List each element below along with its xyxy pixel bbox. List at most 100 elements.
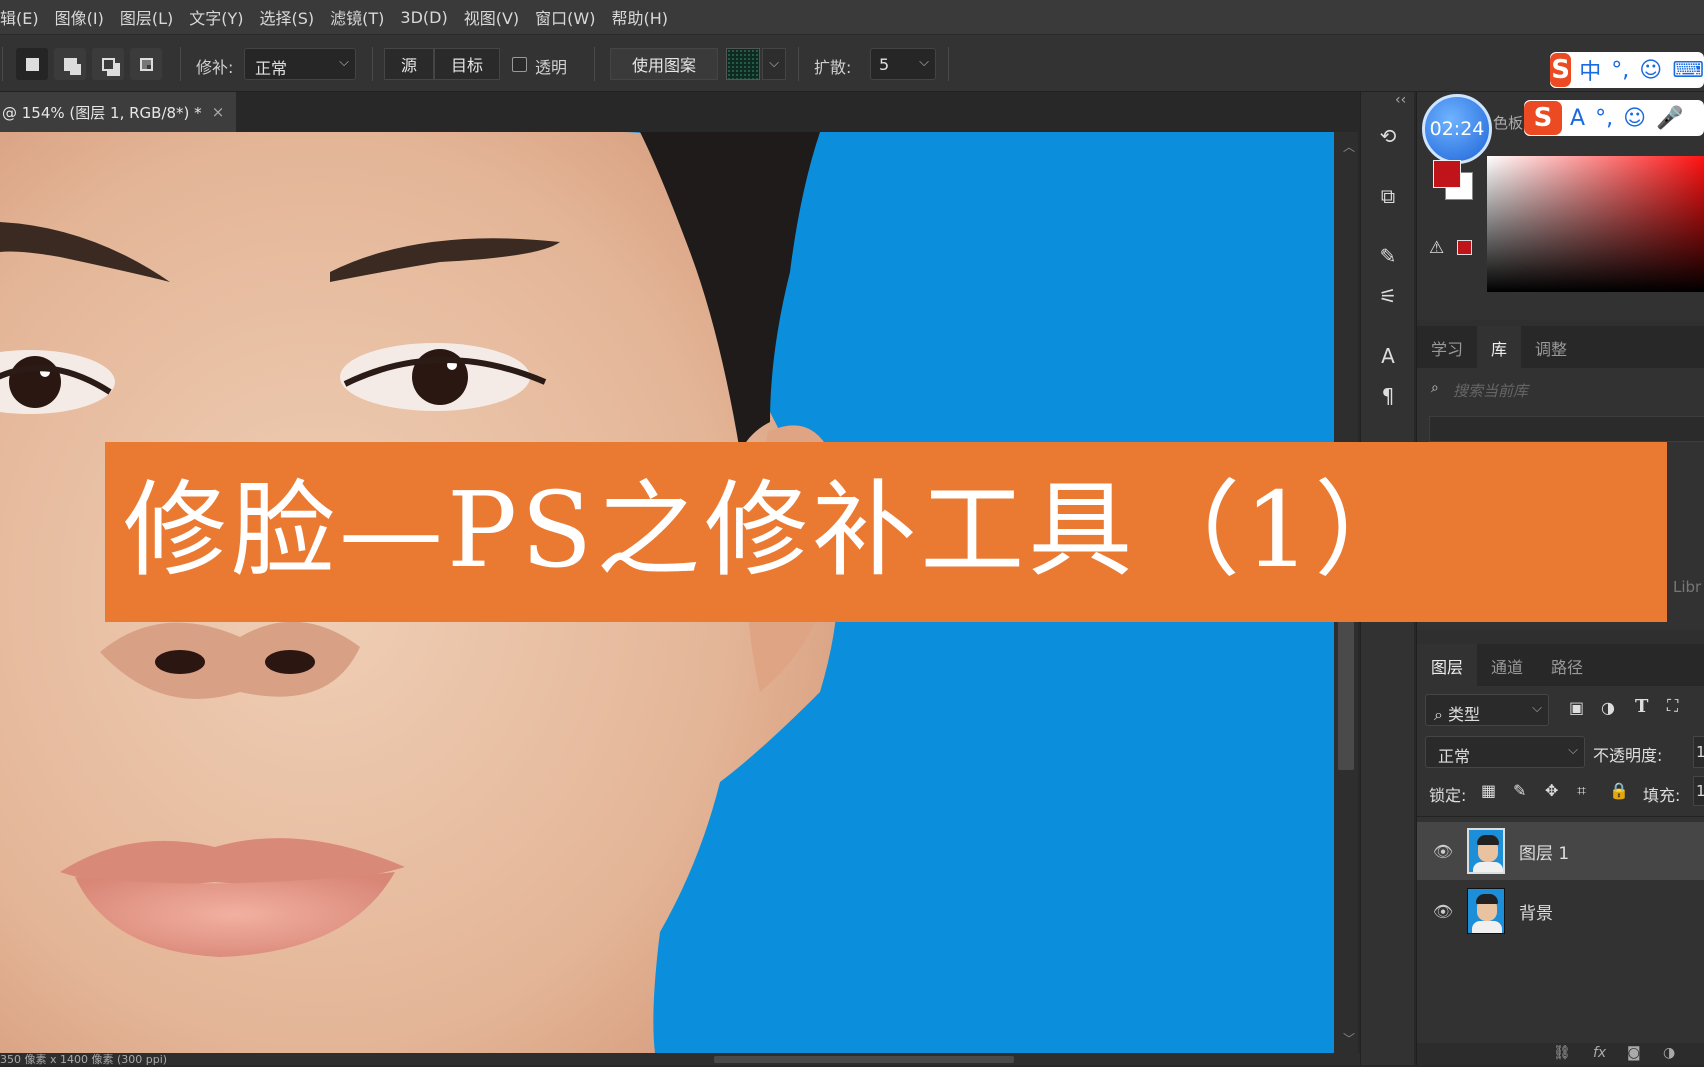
intersect-selection-button[interactable] xyxy=(130,48,162,80)
menu-image[interactable]: 图像(I) xyxy=(47,5,112,29)
source-button[interactable]: 源 xyxy=(384,48,434,80)
adjustment-filter-icon[interactable]: ◑ xyxy=(1601,698,1615,717)
ime-toolbar-1[interactable]: S 中 °, ☺ ⌨ xyxy=(1550,52,1704,88)
tab-adjustments[interactable]: 调整 xyxy=(1521,326,1581,368)
menu-bar: 辑(E) 图像(I) 图层(L) 文字(Y) 选择(S) 滤镜(T) 3D(D)… xyxy=(0,0,1704,34)
gamut-color-swatch[interactable] xyxy=(1457,240,1472,255)
layer-name[interactable]: 图层 1 xyxy=(1519,839,1569,864)
document-tab-title: @ 154% (图层 1, RGB/8*) * xyxy=(2,103,202,122)
character-icon[interactable]: A xyxy=(1374,342,1402,370)
gamut-warning-icon[interactable]: ⚠ xyxy=(1429,238,1444,258)
ime-punct-icon[interactable]: °, xyxy=(1611,58,1629,83)
title-banner: 修脸—PS之修补工具（1） xyxy=(105,442,1667,622)
ime-toolbar-2[interactable]: S A °, ☺ 🎤 xyxy=(1524,100,1704,136)
layer-row-background[interactable]: 👁 背景 xyxy=(1417,882,1704,940)
sogou-logo-icon: S xyxy=(1524,101,1562,135)
menu-edit[interactable]: 辑(E) xyxy=(0,5,47,29)
ime-emoji-icon[interactable]: ☺ xyxy=(1639,58,1662,83)
foreground-color-swatch[interactable] xyxy=(1433,160,1461,188)
menu-view[interactable]: 视图(V) xyxy=(456,5,527,29)
scroll-down-icon[interactable]: ﹀ xyxy=(1343,1030,1355,1047)
horizontal-scroll-thumb[interactable] xyxy=(714,1056,1014,1063)
close-icon[interactable]: × xyxy=(212,103,225,121)
blend-mode-select[interactable]: 正常 ⌵ xyxy=(1425,736,1585,768)
sogou-logo-icon: S xyxy=(1550,53,1572,87)
tab-library[interactable]: 库 xyxy=(1477,326,1522,368)
shape-filter-icon[interactable]: ⛶ xyxy=(1667,696,1678,716)
opacity-input[interactable]: 1 xyxy=(1693,736,1704,768)
menu-window[interactable]: 窗口(W) xyxy=(527,5,603,29)
brush-settings-icon[interactable]: ✎ xyxy=(1374,242,1402,270)
opacity-label: 不透明度: xyxy=(1593,746,1663,765)
chevron-down-icon: ⌵ xyxy=(919,55,929,70)
lock-all-icon[interactable]: 🔒 xyxy=(1609,781,1629,800)
link-icon[interactable]: ⛓ xyxy=(1553,1045,1571,1061)
lock-transparent-icon[interactable]: ▦ xyxy=(1481,781,1496,800)
menu-filter[interactable]: 滤镜(T) xyxy=(322,5,392,29)
recording-timer[interactable]: 02:24 xyxy=(1422,94,1492,164)
ime-keyboard-icon[interactable]: ⌨ xyxy=(1672,58,1704,83)
lock-position-icon[interactable]: ✥ xyxy=(1545,781,1558,800)
fx-icon[interactable]: fx xyxy=(1593,1045,1606,1061)
tab-learn[interactable]: 学习 xyxy=(1417,326,1477,368)
ime-mode-chinese[interactable]: 中 xyxy=(1579,54,1601,86)
vertical-scroll-thumb[interactable] xyxy=(1338,610,1354,770)
color-panel-tab[interactable]: 色板 xyxy=(1493,112,1523,133)
ime-mic-icon[interactable]: 🎤 xyxy=(1656,106,1683,131)
patch-mode-value: 正常 xyxy=(255,59,288,78)
eye-icon[interactable]: 👁 xyxy=(1431,842,1455,861)
target-button[interactable]: 目标 xyxy=(434,48,500,80)
history-icon[interactable]: ⟲ xyxy=(1374,122,1402,150)
pixel-filter-icon[interactable]: ▣ xyxy=(1569,698,1584,717)
menu-help[interactable]: 帮助(H) xyxy=(603,5,676,29)
layer-thumbnail xyxy=(1467,888,1505,934)
tab-channels[interactable]: 通道 xyxy=(1477,644,1537,686)
document-tab[interactable]: @ 154% (图层 1, RGB/8*) * × xyxy=(0,92,236,132)
banner-title: 修脸—PS之修补工具（1） xyxy=(123,469,1423,591)
diffusion-select[interactable]: 5 ⌵ xyxy=(870,48,936,80)
adjustment-icon[interactable]: ◑ xyxy=(1663,1045,1675,1061)
new-selection-button[interactable] xyxy=(16,48,48,80)
pattern-swatch[interactable] xyxy=(726,48,760,80)
patch-mode-select[interactable]: 正常 ⌵ xyxy=(244,48,356,80)
color-picker-field[interactable] xyxy=(1487,156,1704,292)
horizontal-scrollbar[interactable] xyxy=(0,1053,1360,1065)
fill-input[interactable]: 1 xyxy=(1693,776,1704,806)
subtract-selection-button[interactable] xyxy=(92,48,124,80)
ime-punct-icon[interactable]: °, xyxy=(1595,106,1613,131)
fill-label: 填充: xyxy=(1643,786,1681,805)
type-filter-icon[interactable]: T xyxy=(1635,696,1648,717)
menu-layer[interactable]: 图层(L) xyxy=(112,5,181,29)
layer-name[interactable]: 背景 xyxy=(1519,899,1553,924)
chevron-down-icon: ⌵ xyxy=(1532,701,1542,716)
library-panel-tabs: 学习 库 调整 xyxy=(1417,326,1704,368)
layer-filter-select[interactable]: ⌕ 类型 ⌵ xyxy=(1425,694,1549,726)
properties-icon[interactable]: ⚟ xyxy=(1374,282,1402,310)
add-selection-button[interactable] xyxy=(54,48,86,80)
chevron-down-icon: ⌵ xyxy=(339,55,349,70)
menu-select[interactable]: 选择(S) xyxy=(252,5,323,29)
diffusion-label: 扩散: xyxy=(814,58,852,77)
pattern-dropdown-chevron-icon[interactable]: ⌵ xyxy=(762,48,786,80)
lock-image-icon[interactable]: ✎ xyxy=(1513,781,1526,800)
mask-icon[interactable]: ◙ xyxy=(1627,1045,1641,1061)
tab-layers[interactable]: 图层 xyxy=(1417,644,1478,686)
transparent-checkbox[interactable] xyxy=(512,57,527,72)
layer-filter-value: 类型 xyxy=(1448,705,1481,724)
paragraph-icon[interactable]: ¶ xyxy=(1374,382,1402,410)
ime-emoji-icon[interactable]: ☺ xyxy=(1623,106,1646,131)
menu-type[interactable]: 文字(Y) xyxy=(181,5,251,29)
eye-icon[interactable]: 👁 xyxy=(1431,902,1455,921)
lock-artboard-icon[interactable]: ⌗ xyxy=(1577,781,1586,801)
menu-3d[interactable]: 3D(D) xyxy=(392,8,455,27)
library-search-input[interactable]: 搜索当前库 xyxy=(1453,380,1528,401)
scroll-up-icon[interactable]: ︿ xyxy=(1343,138,1355,155)
collapse-panels-icon[interactable]: ‹‹ xyxy=(1395,92,1406,108)
use-pattern-button[interactable]: 使用图案 xyxy=(610,48,718,80)
tab-paths[interactable]: 路径 xyxy=(1537,644,1597,686)
ime-mode-english[interactable]: A xyxy=(1570,106,1585,131)
layer-row-layer1[interactable]: 👁 图层 1 xyxy=(1417,822,1704,880)
options-bar: 修补: 正常 ⌵ 源 目标 透明 使用图案 ⌵ 扩散: 5 ⌵ xyxy=(0,34,1704,92)
3d-icon[interactable]: ⧉ xyxy=(1374,182,1402,210)
library-dropdown[interactable] xyxy=(1429,416,1704,442)
